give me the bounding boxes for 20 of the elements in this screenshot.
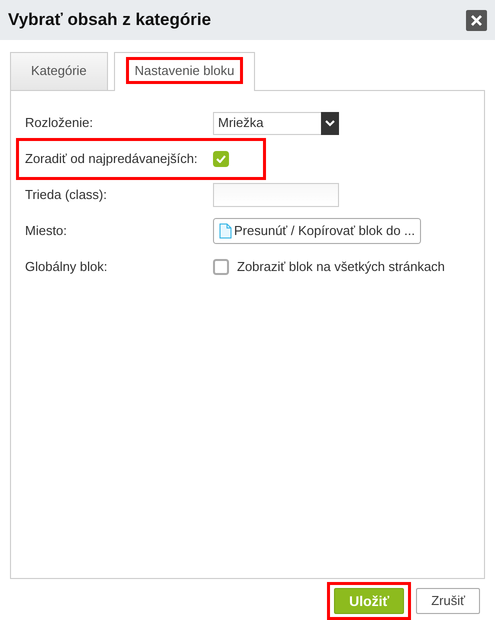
field-label: Rozloženie: [25, 114, 94, 132]
field-label: Zoradiť od najpredávanejších: [25, 150, 199, 168]
dropdown[interactable]: Mriežka [213, 112, 339, 134]
check-icon [216, 155, 226, 163]
tab[interactable]: Kategórie [10, 52, 108, 90]
move-copy-button[interactable]: Presunúť / Kopírovať blok do ... [213, 218, 422, 244]
checkbox-label: Zobraziť blok na všetkých stránkach [237, 258, 445, 276]
field-label: Globálny blok: [25, 258, 108, 276]
caret-icon [325, 120, 335, 126]
checkbox[interactable] [213, 259, 229, 275]
document-icon [219, 223, 232, 239]
cancel-button[interactable]: Zrušiť [416, 588, 480, 614]
tab[interactable]: Nastavenie bloku [114, 52, 256, 91]
dialog-title: Vybrať obsah z kategórie [8, 9, 212, 32]
field-label: Miesto: [25, 222, 68, 240]
checkbox[interactable] [213, 151, 229, 167]
field-label: Trieda (class): [25, 186, 108, 204]
text-field[interactable] [213, 183, 339, 207]
close-icon [471, 14, 482, 26]
close-button[interactable] [466, 10, 487, 30]
